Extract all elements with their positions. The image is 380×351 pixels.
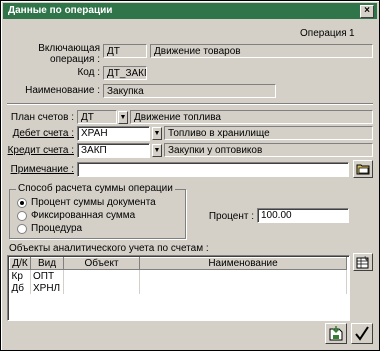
col-name[interactable]: Наименование bbox=[139, 257, 347, 270]
table-row[interactable]: Дб ХРНЛ bbox=[9, 282, 347, 294]
col-dk[interactable]: Д/К bbox=[9, 257, 31, 270]
credit-label: Кредит счета : bbox=[7, 145, 74, 156]
separator bbox=[7, 103, 373, 105]
debit-name-field: Топливо в хранилище bbox=[164, 126, 373, 140]
radio-fixed[interactable] bbox=[17, 211, 27, 221]
including-code-field: ДТ bbox=[103, 44, 147, 58]
calc-method-title: Способ расчета суммы операции bbox=[16, 183, 175, 194]
col-kind[interactable]: Вид bbox=[30, 257, 64, 270]
radio-procedure-label[interactable]: Процедура bbox=[31, 223, 82, 234]
row-dk: Дб bbox=[9, 282, 31, 294]
note-label: Примечание : bbox=[10, 164, 74, 175]
row-kind: ХРНЛ bbox=[30, 282, 64, 294]
name-field: Закупка bbox=[103, 84, 276, 98]
note-input[interactable] bbox=[77, 162, 349, 177]
folder-icon bbox=[356, 164, 370, 175]
name-label: Наименование : bbox=[25, 85, 100, 96]
row-name bbox=[139, 269, 347, 282]
credit-name-field: Закупки у оптовиков bbox=[164, 143, 373, 157]
debit-dropdown[interactable]: ▼ bbox=[152, 127, 162, 140]
save-icon bbox=[329, 326, 343, 341]
chart-of-accounts-code: ДТ bbox=[77, 110, 117, 124]
edit-table-icon bbox=[356, 256, 369, 269]
note-browse-button[interactable] bbox=[353, 160, 373, 178]
table-row[interactable]: Кр ОПТ bbox=[9, 269, 347, 282]
row-kind: ОПТ bbox=[30, 269, 64, 282]
including-operation-label: Включающая операция : bbox=[38, 43, 100, 65]
radio-percent-label[interactable]: Процент суммы документа bbox=[31, 197, 156, 208]
chart-of-accounts-dropdown[interactable]: ▼ bbox=[118, 111, 128, 124]
checkmark-icon bbox=[355, 326, 369, 341]
radio-percent[interactable] bbox=[17, 198, 27, 208]
save-button[interactable] bbox=[325, 323, 347, 344]
code-field: ДТ_ЗАКП bbox=[103, 66, 147, 80]
radio-procedure[interactable] bbox=[17, 224, 27, 234]
percent-label: Процент : bbox=[208, 211, 254, 222]
edit-table-button[interactable] bbox=[353, 253, 373, 271]
window-title: Данные по операции bbox=[8, 5, 113, 16]
analytics-header-row: Д/К Вид Объект Наименование bbox=[9, 257, 347, 270]
operation-label: Операция bbox=[300, 28, 347, 39]
row-dk: Кр bbox=[9, 269, 31, 282]
chart-of-accounts-name: Движение топлива bbox=[130, 110, 373, 124]
ok-button[interactable] bbox=[351, 323, 373, 344]
percent-input[interactable]: 100.00 bbox=[257, 208, 349, 223]
code-label: Код : bbox=[77, 67, 100, 78]
debit-code-input[interactable]: ХРАН bbox=[77, 126, 150, 141]
analytics-title: Объекты аналитического учета по счетам : bbox=[9, 243, 209, 254]
close-button[interactable]: × bbox=[360, 5, 374, 18]
analytics-table[interactable]: Д/К Вид Объект Наименование Кр ОПТ Дб ХР… bbox=[7, 255, 350, 321]
title-bar: Данные по операции × bbox=[3, 3, 377, 19]
row-name bbox=[139, 282, 347, 294]
chart-of-accounts-label: План счетов : bbox=[10, 112, 74, 123]
row-object bbox=[63, 282, 140, 294]
operation-dialog: Данные по операции × Операция 1 Включающ… bbox=[0, 0, 380, 351]
col-object[interactable]: Объект bbox=[63, 257, 140, 270]
row-object bbox=[63, 269, 140, 282]
radio-fixed-label[interactable]: Фиксированная сумма bbox=[31, 210, 135, 221]
including-name-field: Движение товаров bbox=[150, 44, 373, 58]
debit-label: Дебет счета : bbox=[12, 128, 74, 139]
credit-code-input[interactable]: ЗАКП bbox=[77, 143, 150, 158]
operation-number: 1 bbox=[349, 28, 355, 39]
credit-dropdown[interactable]: ▼ bbox=[152, 144, 162, 157]
